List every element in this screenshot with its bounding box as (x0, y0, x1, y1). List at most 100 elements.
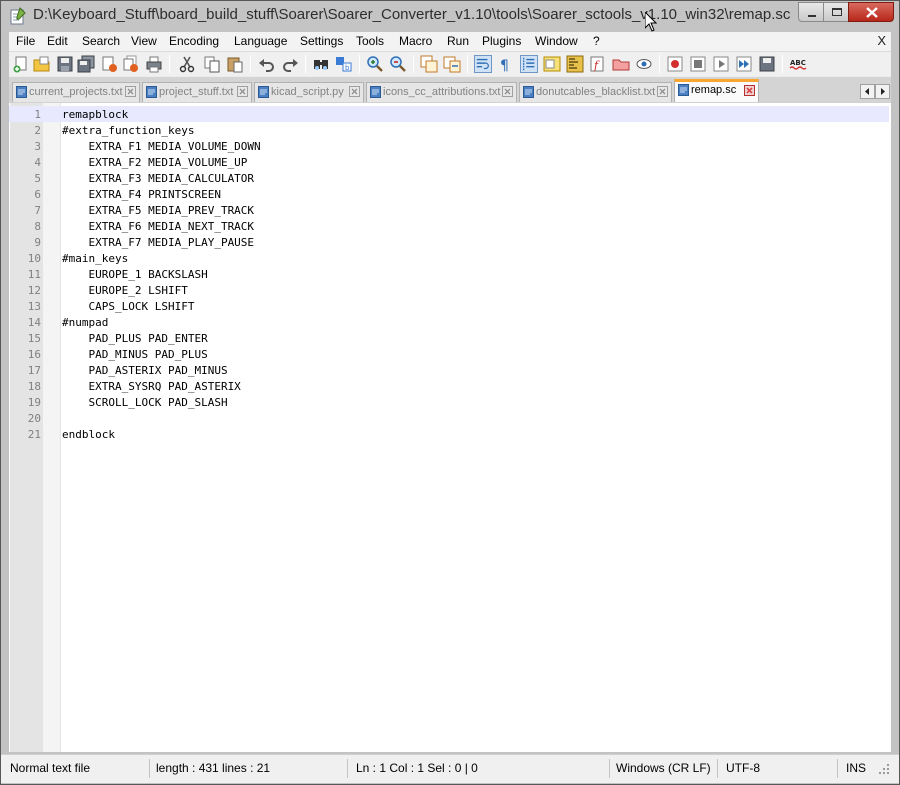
undo-icon[interactable] (258, 55, 276, 73)
close-document-button[interactable]: X (877, 33, 886, 48)
save-icon[interactable] (56, 55, 74, 73)
close-window-button[interactable] (848, 2, 894, 22)
folder-as-workspace-icon[interactable] (612, 55, 630, 73)
word-wrap-icon[interactable] (474, 55, 492, 73)
status-encoding[interactable]: UTF-8 (726, 759, 838, 778)
menu-help[interactable]: ? (593, 34, 600, 48)
sync-horizontal-icon[interactable] (443, 55, 461, 73)
tab-label: icons_cc_attributions.txt (383, 86, 501, 98)
tab-icons-cc-attributions[interactable]: icons_cc_attributions.txt (366, 82, 517, 102)
tab-scroll-right-button[interactable] (875, 84, 890, 99)
menu-search[interactable]: Search (82, 34, 120, 48)
close-all-icon[interactable] (122, 55, 140, 73)
tab-project-stuff[interactable]: project_stuff.txt (142, 82, 252, 102)
tab-scroll-left-button[interactable] (860, 84, 875, 99)
tab-close-icon[interactable] (502, 86, 513, 97)
minimize-button[interactable] (798, 2, 824, 22)
editor-line[interactable]: 19 SCROLL_LOCK PAD_SLASH (9, 394, 889, 410)
menu-file[interactable]: File (16, 34, 35, 48)
text-editor[interactable]: 1 remapblock 2 #extra_function_keys 3 EXTRA_… (9, 102, 891, 752)
record-macro-icon[interactable] (666, 55, 684, 73)
editor-line[interactable]: 11 EUROPE_1 BACKSLASH (9, 266, 889, 282)
menu-edit[interactable]: Edit (47, 34, 68, 48)
menu-encoding[interactable]: Encoding (169, 34, 219, 48)
stop-recording-icon[interactable] (689, 55, 707, 73)
menu-window[interactable]: Window (535, 34, 578, 48)
redo-icon[interactable] (281, 55, 299, 73)
menu-view[interactable]: View (131, 34, 157, 48)
show-all-characters-icon[interactable]: ¶ (496, 55, 514, 73)
line-number: 21 (27, 428, 41, 441)
editor-line[interactable]: 1 remapblock (9, 106, 889, 122)
open-file-icon[interactable] (33, 55, 51, 73)
menu-plugins[interactable]: Plugins (482, 34, 521, 48)
function-list-icon[interactable]: f (589, 55, 607, 73)
editor-line[interactable]: 16 PAD_MINUS PAD_PLUS (9, 346, 889, 362)
editor-line[interactable]: 13 CAPS_LOCK LSHIFT (9, 298, 889, 314)
print-icon[interactable] (145, 55, 163, 73)
editor-line[interactable]: 2 #extra_function_keys (9, 122, 889, 138)
editor-line[interactable]: 4 EXTRA_F2 MEDIA_VOLUME_UP (9, 154, 889, 170)
menu-tools[interactable]: Tools (356, 34, 384, 48)
editor-line[interactable]: 20 (9, 410, 889, 426)
replace-icon[interactable]: b (335, 55, 353, 73)
zoom-in-icon[interactable] (366, 55, 384, 73)
tab-close-icon[interactable] (237, 86, 248, 97)
tab-close-icon[interactable] (125, 86, 136, 97)
editor-line[interactable]: 8 EXTRA_F6 MEDIA_NEXT_TRACK (9, 218, 889, 234)
maximize-button[interactable] (823, 2, 849, 22)
save-all-icon[interactable] (77, 55, 95, 73)
editor-line[interactable]: 7 EXTRA_F5 MEDIA_PREV_TRACK (9, 202, 889, 218)
tab-close-icon[interactable] (349, 86, 360, 97)
spell-check-icon[interactable]: ABC (789, 55, 807, 73)
tab-remap-sc[interactable]: remap.sc (674, 79, 759, 102)
find-icon[interactable] (312, 55, 330, 73)
status-eol-format[interactable]: Windows (CR LF) (616, 759, 718, 778)
title-bar[interactable]: D:\Keyboard_Stuff\board_build_stuff\Soar… (1, 1, 899, 32)
editor-line[interactable]: 3 EXTRA_F1 MEDIA_VOLUME_DOWN (9, 138, 889, 154)
line-text: #extra_function_keys (62, 124, 195, 137)
cut-icon[interactable] (178, 55, 196, 73)
run-macro-multiple-icon[interactable] (735, 55, 753, 73)
menu-settings[interactable]: Settings (300, 34, 343, 48)
document-map-icon[interactable] (566, 55, 584, 73)
tab-kicad-script[interactable]: kicad_script.py (254, 82, 364, 102)
editor-line[interactable]: 10 #main_keys (9, 250, 889, 266)
editor-line[interactable]: 17 PAD_ASTERIX PAD_MINUS (9, 362, 889, 378)
menu-run[interactable]: Run (447, 34, 469, 48)
chevron-left-icon (865, 88, 869, 95)
paste-icon[interactable] (226, 55, 244, 73)
save-macro-icon[interactable] (758, 55, 776, 73)
line-text: EXTRA_F5 MEDIA_PREV_TRACK (62, 204, 255, 217)
close-file-icon[interactable] (100, 55, 118, 73)
line-number: 14 (27, 316, 41, 329)
editor-line[interactable]: 14 #numpad (9, 314, 889, 330)
editor-line[interactable]: 9 EXTRA_F7 MEDIA_PLAY_PAUSE (9, 234, 889, 250)
editor-line[interactable]: 6 EXTRA_F4 PRINTSCREEN (9, 186, 889, 202)
tab-donutcables-blacklist[interactable]: donutcables_blacklist.txt (519, 82, 672, 102)
toolbar-separator (169, 55, 170, 73)
document-icon (678, 84, 689, 96)
menu-language[interactable]: Language (234, 34, 287, 48)
tab-close-icon[interactable] (657, 86, 668, 97)
sync-vertical-icon[interactable] (420, 55, 438, 73)
document-icon (523, 86, 534, 98)
tab-current-projects[interactable]: current_projects.txt (12, 82, 140, 102)
play-macro-icon[interactable] (712, 55, 730, 73)
editor-line[interactable]: 5 EXTRA_F3 MEDIA_CALCULATOR (9, 170, 889, 186)
editor-line[interactable]: 12 EUROPE_2 LSHIFT (9, 282, 889, 298)
line-number: 17 (27, 364, 41, 377)
editor-line[interactable]: 18 EXTRA_SYSRQ PAD_ASTERIX (9, 378, 889, 394)
tab-label: donutcables_blacklist.txt (536, 86, 656, 98)
new-file-icon[interactable] (12, 55, 30, 73)
monitoring-eye-icon[interactable] (635, 55, 653, 73)
editor-line[interactable]: 15 PAD_PLUS PAD_ENTER (9, 330, 889, 346)
tab-close-icon[interactable] (744, 85, 755, 96)
copy-icon[interactable] (203, 55, 221, 73)
user-defined-language-icon[interactable] (543, 55, 561, 73)
indent-guide-icon[interactable] (520, 55, 538, 73)
zoom-out-icon[interactable] (389, 55, 407, 73)
menu-macro[interactable]: Macro (399, 34, 432, 48)
resize-grip-icon[interactable] (878, 763, 890, 775)
editor-line[interactable]: 21 endblock (9, 426, 889, 442)
